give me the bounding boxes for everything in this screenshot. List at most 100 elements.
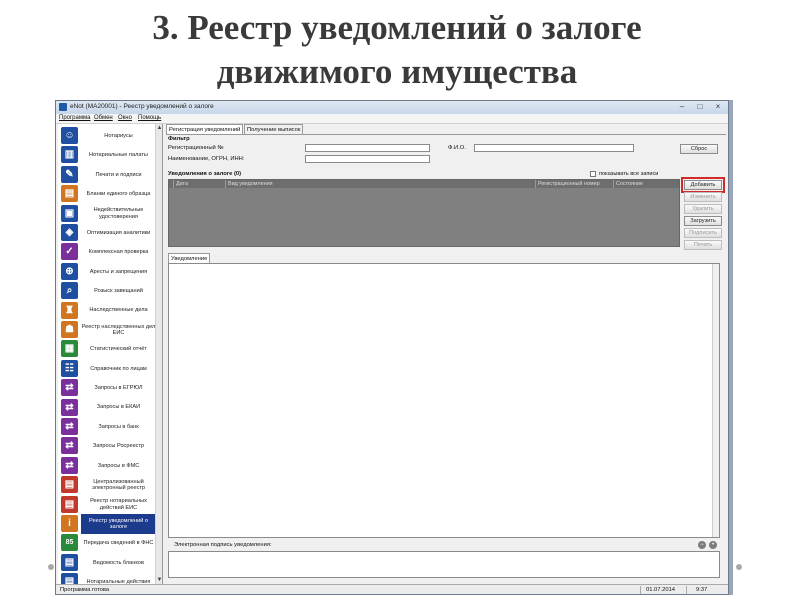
sidebar-item[interactable]: ⇄ Запросы Росреестр bbox=[58, 436, 156, 456]
sidebar-item-label: Розыск завещаний bbox=[94, 287, 143, 294]
print-button[interactable]: Печать bbox=[684, 240, 722, 250]
sidebar-item-label: Наследственные дела bbox=[89, 307, 148, 314]
status-time: 9:37 bbox=[696, 587, 708, 593]
show-all-checkbox[interactable] bbox=[590, 171, 596, 177]
col-type[interactable]: Вид уведомления bbox=[225, 180, 273, 188]
sidebar-item[interactable]: ⌕ Розыск завещаний bbox=[58, 281, 156, 301]
sidebar-item-label: Реестр наследственных дел ЕИС bbox=[81, 323, 156, 337]
tab-registration[interactable]: Регистрация уведомлений bbox=[166, 124, 244, 134]
app-window: eNot (MA20001) - Реестр уведомлений о за… bbox=[55, 100, 729, 595]
sidebar-item[interactable]: ▤ Централизованный электронный реестр bbox=[58, 475, 156, 495]
sidebar-item-label: Нотариальные палаты bbox=[89, 152, 148, 159]
pledge-icon: i bbox=[61, 515, 78, 532]
sidebar-item-label: Оптимизация аналитики bbox=[86, 229, 151, 236]
actions-icon: ▤ bbox=[61, 573, 78, 584]
sidebar-item-label: Недействительные удостоверения bbox=[93, 207, 144, 220]
close-button[interactable]: × bbox=[710, 102, 726, 112]
registry-icon: ▤ bbox=[61, 476, 78, 494]
sidebar-item[interactable]: 85 Передача сведений в ФНС bbox=[58, 533, 156, 553]
slide-bullet-left bbox=[48, 564, 54, 570]
filter-title: Фильтр bbox=[168, 136, 190, 142]
sidebar-item-label: Запросы Росреестр bbox=[92, 443, 145, 450]
sidebar-item-label: Статистический отчёт bbox=[90, 346, 147, 353]
sidebar-item[interactable]: ▤ Реестр нотариальных действий ЕИС bbox=[58, 495, 156, 515]
query-icon: ⇄ bbox=[61, 437, 78, 455]
stamp-icon: ✎ bbox=[61, 165, 78, 183]
sign-button[interactable]: Подписать bbox=[684, 228, 722, 238]
col-date[interactable]: Дата bbox=[173, 180, 188, 188]
sidebar-item[interactable]: ⊕ Аресты и запрещения bbox=[58, 262, 156, 282]
menu-window[interactable]: Окно bbox=[118, 115, 132, 121]
menu-help[interactable]: Помощь bbox=[138, 115, 161, 121]
sidebar-item-label: Бланки единого образца bbox=[86, 190, 151, 197]
sidebar-item-label: Нотариальные действия bbox=[86, 578, 151, 584]
status-text: Программа готова bbox=[60, 587, 110, 593]
lock-icon: ⊕ bbox=[61, 262, 78, 280]
slide-side-bar bbox=[729, 100, 733, 595]
sidebar-item[interactable]: ☗ Реестр наследственных дел ЕИС bbox=[58, 320, 156, 340]
scroll-up-icon[interactable]: ▲ bbox=[156, 124, 162, 132]
tab-notice[interactable]: Уведомление bbox=[168, 253, 211, 263]
query-icon: ⇄ bbox=[61, 398, 78, 416]
sidebar-item[interactable]: ✎ Печати и подписи bbox=[58, 165, 156, 185]
slide-title-line2: движимого имущества bbox=[216, 52, 578, 91]
sidebar-item[interactable]: ☺ Нотариусы bbox=[58, 126, 156, 146]
sidebar-item[interactable]: ▤ Бланки единого образца bbox=[58, 184, 156, 204]
people-icon: ☺ bbox=[61, 127, 78, 144]
name-input[interactable] bbox=[305, 155, 430, 163]
sidebar-item[interactable]: ▤ Нотариальные действия bbox=[58, 572, 156, 584]
add-button[interactable]: Добавить bbox=[681, 177, 725, 193]
sidebar-item[interactable]: ▤ Ведомость бланков bbox=[58, 553, 156, 573]
fio-input[interactable] bbox=[474, 144, 634, 152]
reg-number-label: Регистрационный № bbox=[168, 145, 224, 151]
sidebar-item-label: Запросы в ЕГРЮЛ bbox=[94, 384, 143, 391]
sidebar-item[interactable]: ▦ Статистический отчёт bbox=[58, 339, 156, 359]
sidebar-item[interactable]: ⇄ Запросы в банк bbox=[58, 417, 156, 437]
sidebar-scrollbar[interactable]: ▲ ▼ bbox=[155, 124, 162, 584]
sidebar-item-label: Печати и подписи bbox=[95, 171, 142, 178]
sidebar-item[interactable]: ☷ Справочник по лицам bbox=[58, 359, 156, 379]
forms-icon: ▤ bbox=[61, 185, 78, 203]
sidebar-item[interactable]: ▣ Недействительные удостоверения bbox=[58, 204, 156, 224]
delete-button[interactable]: Удалить bbox=[684, 204, 722, 214]
menu-exchange[interactable]: Обмен bbox=[94, 115, 113, 121]
sidebar: ☺ Нотариусы ▥ Нотариальные палаты ✎ Печати и … bbox=[58, 124, 163, 584]
col-reg-number[interactable]: Регистрационный номер bbox=[535, 180, 600, 188]
sidebar-item[interactable]: ◈ Оптимизация аналитики bbox=[58, 223, 156, 243]
upload-button[interactable]: Загрузить bbox=[684, 216, 722, 226]
grid-header: Дата Вид уведомления Регистрационный ном… bbox=[169, 180, 679, 188]
reset-button[interactable]: Сброс bbox=[680, 144, 718, 154]
detail-scrollbar[interactable] bbox=[712, 264, 719, 537]
signature-info-icon[interactable]: • bbox=[709, 541, 717, 549]
analytics-icon: ◈ bbox=[61, 224, 78, 241]
slide-bullet-right bbox=[736, 564, 742, 570]
window-titlebar: eNot (MA20001) - Реестр уведомлений о за… bbox=[56, 101, 728, 114]
sidebar-item[interactable]: ✓ Комплексная проверка bbox=[58, 242, 156, 262]
query-icon: ⇄ bbox=[61, 379, 78, 397]
menu-program[interactable]: Программа bbox=[59, 115, 90, 121]
minimize-button[interactable]: – bbox=[674, 102, 690, 112]
scroll-down-icon[interactable]: ▼ bbox=[156, 576, 162, 584]
check-icon: ✓ bbox=[61, 243, 78, 261]
status-bar: Программа готова 01.07.2014 9:37 bbox=[56, 584, 728, 594]
sidebar-item[interactable]: ⇄ Запросы в ЕКАИ bbox=[58, 398, 156, 418]
sidebar-item[interactable]: i Реестр уведомлений о залоге bbox=[58, 514, 156, 534]
sidebar-item-label: Реестр нотариальных действий ЕИС bbox=[90, 498, 147, 511]
signature-remove-icon[interactable]: − bbox=[698, 541, 706, 549]
sidebar-item-label: Реестр уведомлений о залоге bbox=[81, 514, 156, 534]
sidebar-item-label: Справочник по лицам bbox=[90, 365, 147, 372]
notices-grid[interactable]: Дата Вид уведомления Регистрационный ном… bbox=[168, 179, 680, 247]
sidebar-item[interactable]: ⇄ Запросы в ЕГРЮЛ bbox=[58, 378, 156, 398]
sidebar-item[interactable]: ♜ Наследственные дела bbox=[58, 301, 156, 321]
query-icon: ⇄ bbox=[61, 456, 78, 474]
sidebar-item[interactable]: ⇄ Запросы в ФМС bbox=[58, 456, 156, 476]
reg-number-input[interactable] bbox=[305, 144, 430, 152]
tab-extracts[interactable]: Получение выписок bbox=[244, 124, 304, 134]
maximize-button[interactable]: □ bbox=[692, 102, 708, 112]
slide-title: 3. Реестр уведомлений о залоге движимого… bbox=[0, 6, 794, 94]
col-state[interactable]: Состояние bbox=[613, 180, 643, 188]
sidebar-item-label: Централизованный электронный реестр bbox=[91, 478, 146, 492]
sidebar-item[interactable]: ▥ Нотариальные палаты bbox=[58, 145, 156, 165]
transfer-icon: 85 bbox=[61, 534, 78, 552]
edit-button[interactable]: Изменить bbox=[684, 192, 722, 202]
